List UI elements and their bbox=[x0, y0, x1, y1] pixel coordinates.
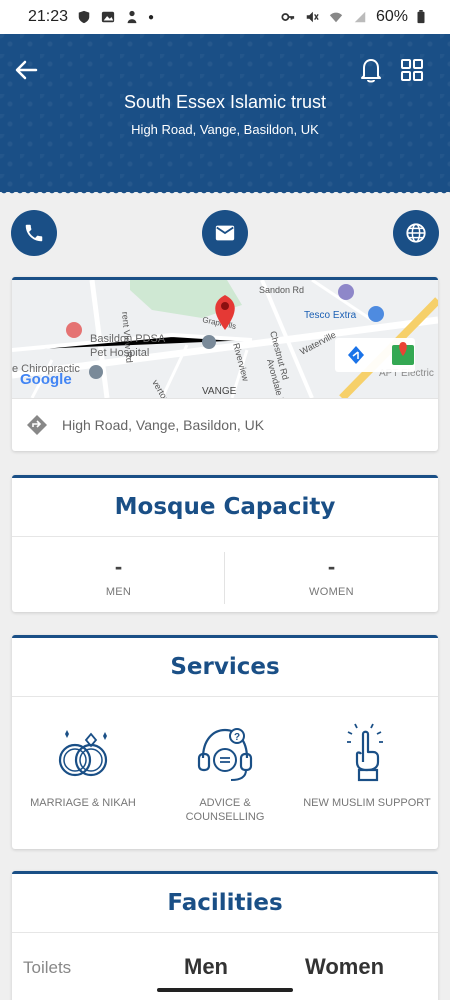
mail-icon bbox=[215, 225, 235, 241]
services-divider bbox=[12, 696, 438, 697]
status-bar-right: 60% bbox=[280, 8, 426, 26]
services-card: Services MARRIAGE & NIKAH ? ADVICE & COUN… bbox=[12, 635, 438, 849]
capacity-men-value: - bbox=[114, 554, 123, 579]
page-title: South Essex Islamic trust bbox=[123, 92, 327, 112]
email-button[interactable] bbox=[202, 210, 248, 256]
status-dot-icon: ● bbox=[148, 11, 155, 23]
facilities-row-toilets: Toilets Men Women bbox=[12, 952, 438, 982]
rings-icon bbox=[58, 730, 108, 777]
map-label-sandon: Sandon Rd bbox=[259, 285, 304, 295]
headset-icon: ? bbox=[197, 728, 253, 781]
call-button[interactable] bbox=[11, 210, 57, 256]
capacity-divider bbox=[12, 536, 438, 537]
mute-icon bbox=[306, 11, 319, 23]
image-icon bbox=[101, 11, 115, 23]
bell-icon[interactable] bbox=[358, 56, 384, 84]
shield-icon bbox=[78, 10, 90, 24]
services-title: Services bbox=[170, 654, 280, 680]
facilities-col-men: Men bbox=[184, 954, 228, 979]
grid-menu-icon[interactable] bbox=[400, 58, 424, 82]
facilities-col-women: Women bbox=[305, 954, 385, 979]
mosque-capacity-card: Mosque Capacity - MEN - WOMEN bbox=[12, 475, 438, 612]
capacity-women: - WOMEN bbox=[225, 554, 438, 598]
map-label-tesco: Tesco Extra bbox=[304, 310, 357, 321]
map-label-vet-2: Pet Hospital bbox=[90, 347, 149, 359]
raised-finger-icon bbox=[347, 723, 383, 782]
page-subtitle-address: High Road, Vange, Basildon, UK bbox=[131, 122, 319, 137]
service-marriage[interactable]: MARRIAGE & NIKAH bbox=[12, 722, 154, 810]
navigation-handle[interactable] bbox=[157, 988, 293, 992]
directions-icon bbox=[27, 415, 47, 435]
capacity-women-value: - bbox=[327, 554, 336, 579]
map-label-vange: VANGE bbox=[202, 386, 237, 397]
phone-icon bbox=[25, 224, 43, 242]
status-bar-left: 21:23 ● bbox=[28, 8, 154, 26]
capacity-men: - MEN bbox=[12, 554, 225, 598]
facilities-divider bbox=[12, 932, 438, 933]
header-scallop-edge bbox=[0, 190, 450, 198]
map-graphic: Sandon Rd Tesco Extra rent View Rd Grapn… bbox=[12, 280, 438, 398]
service-marriage-label: MARRIAGE & NIKAH bbox=[30, 797, 136, 809]
facilities-toilets-label: Toilets bbox=[23, 958, 72, 977]
globe-icon bbox=[406, 223, 426, 243]
status-time: 21:23 bbox=[28, 8, 69, 25]
battery-percent: 60% bbox=[375, 8, 408, 25]
map-address-row[interactable]: High Road, Vange, Basildon, UK bbox=[12, 398, 438, 451]
map-card: Sandon Rd Tesco Extra rent View Rd Grapn… bbox=[12, 277, 438, 451]
capacity-men-label: MEN bbox=[105, 586, 132, 598]
back-arrow-icon[interactable] bbox=[12, 56, 40, 84]
google-logo: Google bbox=[20, 371, 72, 388]
capacity-title: Mosque Capacity bbox=[114, 494, 336, 520]
capacity-women-label: WOMEN bbox=[309, 586, 354, 598]
facilities-title: Facilities bbox=[167, 890, 283, 916]
map-address-text: High Road, Vange, Basildon, UK bbox=[62, 417, 265, 433]
signal-icon bbox=[354, 11, 366, 23]
service-counselling-label: ADVICE & COUNSELLING bbox=[185, 797, 265, 823]
status-bar: 21:23 ● 60% bbox=[0, 0, 450, 34]
map-label-vet-1: Basildon PDSA bbox=[90, 333, 166, 345]
key-icon bbox=[281, 13, 295, 21]
header: South Essex Islamic trust High Road, Van… bbox=[0, 34, 450, 198]
facilities-card: Facilities Toilets Men Women bbox=[12, 871, 438, 1000]
service-new-muslim[interactable]: NEW MUSLIM SUPPORT bbox=[296, 722, 438, 810]
location-map[interactable]: Sandon Rd Tesco Extra rent View Rd Grapn… bbox=[12, 280, 438, 398]
svg-text:?: ? bbox=[234, 732, 240, 743]
service-new-muslim-label: NEW MUSLIM SUPPORT bbox=[303, 797, 431, 809]
website-button[interactable] bbox=[393, 210, 439, 256]
battery-icon bbox=[417, 10, 425, 24]
person-icon bbox=[127, 10, 137, 24]
wifi-icon bbox=[329, 12, 343, 23]
service-counselling[interactable]: ? ADVICE & COUNSELLING bbox=[154, 722, 296, 824]
